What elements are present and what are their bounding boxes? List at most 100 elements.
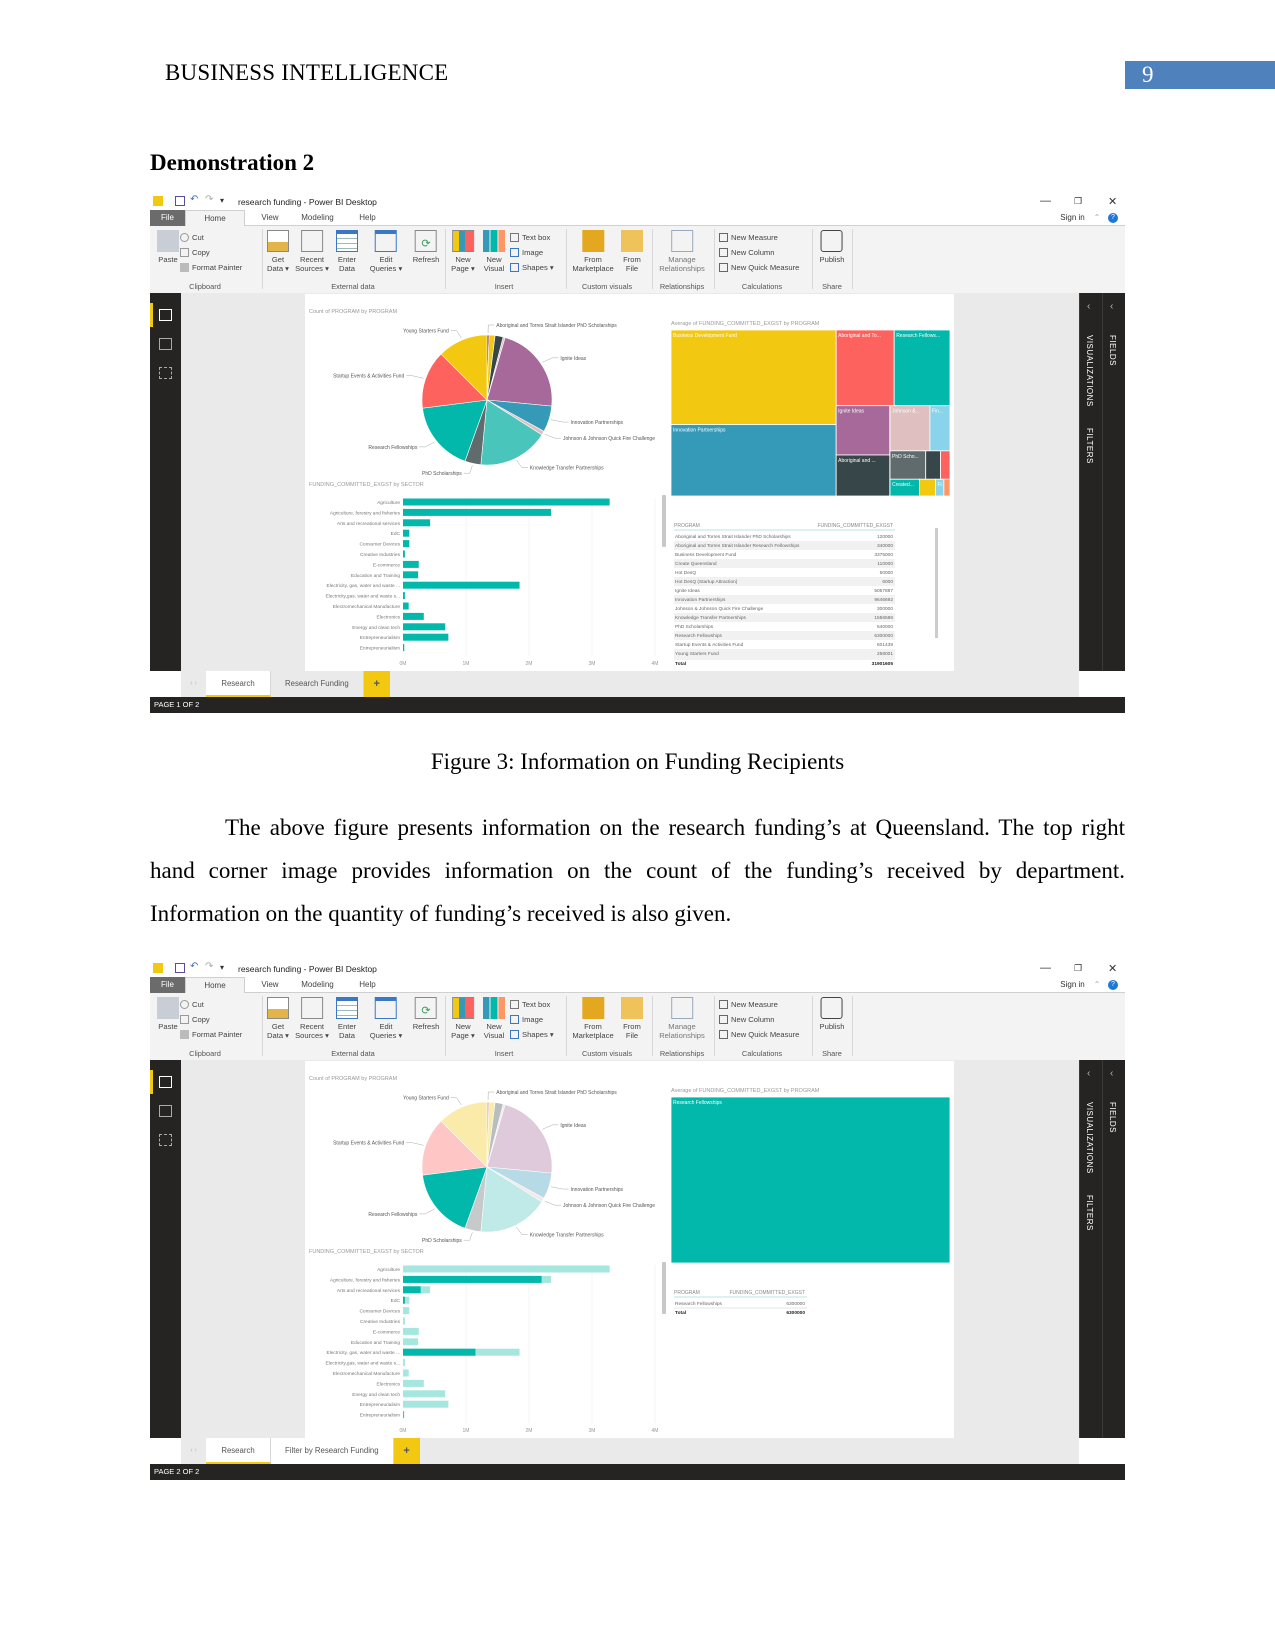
from-marketplace-button[interactable]: From Marketplace <box>572 997 614 1040</box>
page-tab[interactable]: Filter by Research Funding <box>271 1438 394 1464</box>
page-nav-arrows[interactable]: ‹ › <box>181 671 206 697</box>
bar[interactable] <box>403 581 520 589</box>
refresh-button[interactable]: ⟳ Refresh <box>413 997 439 1031</box>
copy-button[interactable]: Copy <box>180 1012 242 1027</box>
scrollbar[interactable] <box>662 1262 666 1314</box>
visualizations-pane-label[interactable]: VISUALIZATIONS <box>1085 335 1094 407</box>
save-icon[interactable] <box>175 196 185 206</box>
collapse-ribbon-icon[interactable]: ⌃ <box>1090 977 1104 993</box>
from-marketplace-button[interactable]: From Marketplace <box>572 230 614 273</box>
enter-data-button[interactable]: Enter Data <box>336 230 358 273</box>
paste-button[interactable]: Paste <box>157 230 179 264</box>
publish-button[interactable]: Publish <box>820 997 844 1031</box>
publish-button[interactable]: Publish <box>820 230 844 264</box>
tab-file[interactable]: File <box>150 210 185 226</box>
maximize-button[interactable]: ❐ <box>1074 196 1082 207</box>
new-page-button[interactable]: New Page ▾ <box>451 230 475 273</box>
sign-in-link[interactable]: Sign in <box>1055 977 1090 993</box>
manage-relationships-button[interactable]: Manage Relationships <box>659 230 705 273</box>
bar[interactable] <box>403 602 409 610</box>
quick-access-dropdown-icon[interactable]: ▾ <box>220 196 230 206</box>
chevron-left-icon[interactable]: ‹ <box>1110 301 1113 312</box>
get-data-button[interactable]: Get Data ▾ <box>267 997 289 1040</box>
get-data-button[interactable]: Get Data ▾ <box>267 230 289 273</box>
treemap-tile[interactable] <box>940 450 951 480</box>
close-button[interactable]: ✕ <box>1108 962 1117 975</box>
new-measure-button[interactable]: New Measure <box>719 997 799 1012</box>
shapes-button[interactable]: Shapes ▾ <box>510 260 554 275</box>
new-visual-button[interactable]: New Visual <box>483 230 505 273</box>
fields-pane-label[interactable]: FIELDS <box>1108 1102 1117 1133</box>
visualizations-pane-label[interactable]: VISUALIZATIONS <box>1085 1102 1094 1174</box>
copy-button[interactable]: Copy <box>180 245 242 260</box>
report-view-icon[interactable] <box>159 309 172 321</box>
recent-sources-button[interactable]: Recent Sources ▾ <box>295 230 329 273</box>
tab-help[interactable]: Help <box>350 977 385 993</box>
treemap-tile[interactable] <box>943 478 951 497</box>
page-tab[interactable]: Research Funding <box>271 671 364 697</box>
tab-view[interactable]: View <box>250 977 290 993</box>
treemap-tile[interactable] <box>670 424 837 497</box>
bar[interactable] <box>403 644 405 652</box>
chevron-left-icon[interactable]: ‹ <box>1110 1068 1113 1079</box>
bar[interactable] <box>403 633 449 641</box>
page-nav-arrows[interactable]: ‹ › <box>181 1438 206 1464</box>
tab-file[interactable]: File <box>150 977 185 993</box>
page-tab[interactable]: Research <box>206 1438 271 1464</box>
bar[interactable] <box>403 1265 610 1273</box>
scrollbar[interactable] <box>662 495 666 547</box>
text-box-button[interactable]: Text box <box>510 230 554 245</box>
treemap-tile[interactable] <box>919 478 936 497</box>
bar[interactable] <box>403 1379 424 1387</box>
page-tab[interactable]: Research <box>206 671 271 697</box>
enter-data-button[interactable]: Enter Data <box>336 997 358 1040</box>
treemap-tile[interactable] <box>670 329 837 426</box>
bar[interactable] <box>403 540 410 548</box>
bar[interactable] <box>403 1369 409 1377</box>
bar[interactable] <box>403 1317 405 1325</box>
sign-in-link[interactable]: Sign in <box>1055 210 1090 226</box>
model-view-icon[interactable] <box>159 367 172 379</box>
close-button[interactable]: ✕ <box>1108 195 1117 208</box>
edit-queries-button[interactable]: Edit Queries ▾ <box>370 997 402 1040</box>
data-view-icon[interactable] <box>159 1105 172 1117</box>
new-measure-button[interactable]: New Measure <box>719 230 799 245</box>
report-canvas[interactable]: Count of PROGRAM by PROGRAM Aboriginal an… <box>305 294 954 671</box>
visualizations-filters-pane[interactable]: ‹ VISUALIZATIONS FILTERS <box>1079 1060 1101 1438</box>
tab-home[interactable]: Home <box>185 210 245 227</box>
new-page-button[interactable]: New Page ▾ <box>451 997 475 1040</box>
tab-modeling[interactable]: Modeling <box>290 977 345 993</box>
data-view-icon[interactable] <box>159 338 172 350</box>
new-quick-measure-button[interactable]: New Quick Measure <box>719 260 799 275</box>
bar[interactable] <box>403 1307 410 1315</box>
manage-relationships-button[interactable]: Manage Relationships <box>659 997 705 1040</box>
treemap-tile[interactable] <box>925 450 941 480</box>
collapse-ribbon-icon[interactable]: ⌃ <box>1090 210 1104 226</box>
treemap-tile[interactable] <box>835 329 895 407</box>
filters-pane-label[interactable]: FILTERS <box>1085 428 1094 464</box>
chevron-left-icon[interactable]: ‹ <box>1087 1068 1090 1079</box>
bar[interactable] <box>403 529 410 537</box>
bar[interactable] <box>403 612 424 620</box>
image-button[interactable]: Image <box>510 245 554 260</box>
quick-access-dropdown-icon[interactable]: ▾ <box>220 963 230 973</box>
image-button[interactable]: Image <box>510 1012 554 1027</box>
bar[interactable] <box>403 1359 405 1367</box>
bar[interactable] <box>403 519 431 527</box>
minimize-button[interactable]: — <box>1040 195 1051 207</box>
bar[interactable] <box>403 1400 449 1408</box>
filters-pane-label[interactable]: FILTERS <box>1085 1195 1094 1231</box>
cut-button[interactable]: Cut <box>180 997 242 1012</box>
cut-button[interactable]: Cut <box>180 230 242 245</box>
from-file-button[interactable]: From File <box>621 997 643 1040</box>
text-box-button[interactable]: Text box <box>510 997 554 1012</box>
tab-help[interactable]: Help <box>350 210 385 226</box>
minimize-button[interactable]: — <box>1040 962 1051 974</box>
help-icon[interactable]: ? <box>1108 980 1118 990</box>
treemap-tile[interactable] <box>670 1096 951 1264</box>
bar[interactable] <box>403 592 405 600</box>
report-canvas[interactable]: Count of PROGRAM by PROGRAM Aboriginal an… <box>305 1061 954 1438</box>
tab-view[interactable]: View <box>250 210 290 226</box>
redo-icon[interactable]: ↷ <box>205 961 215 972</box>
report-view-icon[interactable] <box>159 1076 172 1088</box>
